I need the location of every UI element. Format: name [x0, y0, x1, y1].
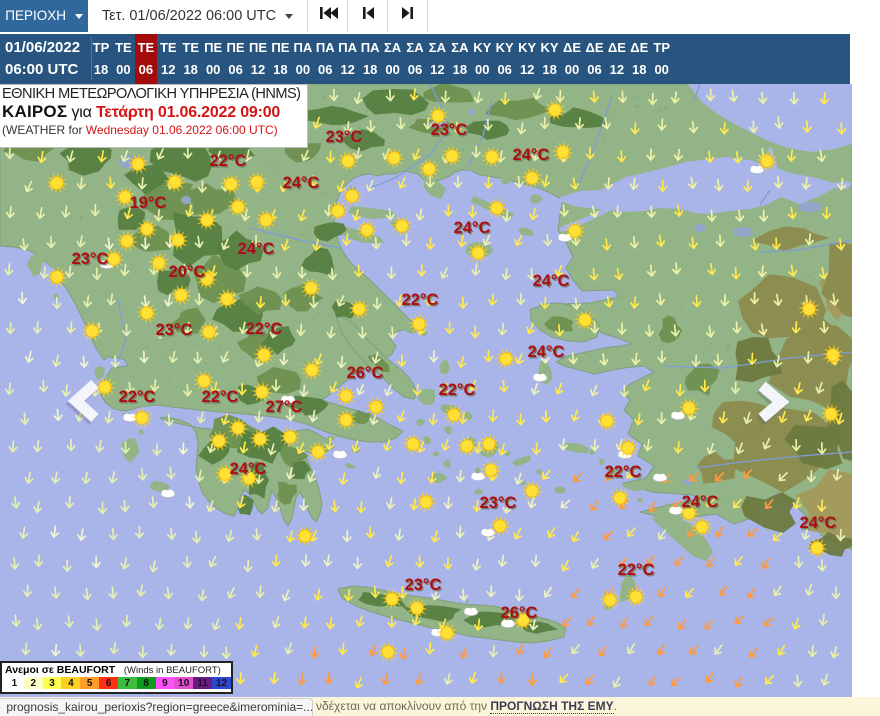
svg-text:22°C: 22°C [402, 291, 439, 309]
svg-text:22°C: 22°C [439, 381, 476, 399]
svg-text:27°C: 27°C [266, 398, 303, 416]
svg-text:23°C: 23°C [326, 128, 363, 146]
svg-text:26°C: 26°C [501, 604, 538, 622]
svg-text:20°C: 20°C [169, 263, 206, 281]
svg-text:19°C: 19°C [130, 194, 167, 212]
svg-text:24°C: 24°C [528, 343, 565, 361]
svg-text:24°C: 24°C [800, 514, 837, 532]
svg-text:22°C: 22°C [618, 561, 655, 579]
svg-text:23°C: 23°C [156, 321, 193, 339]
svg-text:26°C: 26°C [347, 364, 384, 382]
svg-text:23°C: 23°C [72, 250, 109, 268]
svg-text:24°C: 24°C [454, 219, 491, 237]
svg-text:24°C: 24°C [533, 272, 570, 290]
svg-text:24°C: 24°C [238, 240, 275, 258]
svg-text:22°C: 22°C [605, 463, 642, 481]
svg-text:22°C: 22°C [202, 388, 239, 406]
svg-text:22°C: 22°C [246, 320, 283, 338]
svg-text:24°C: 24°C [230, 460, 267, 478]
svg-text:23°C: 23°C [431, 121, 468, 139]
svg-text:24°C: 24°C [283, 174, 320, 192]
svg-text:22°C: 22°C [119, 388, 156, 406]
svg-text:23°C: 23°C [480, 494, 517, 512]
svg-text:24°C: 24°C [682, 493, 719, 511]
svg-text:23°C: 23°C [405, 576, 442, 594]
svg-text:24°C: 24°C [513, 146, 550, 164]
svg-text:22°C: 22°C [210, 152, 247, 170]
